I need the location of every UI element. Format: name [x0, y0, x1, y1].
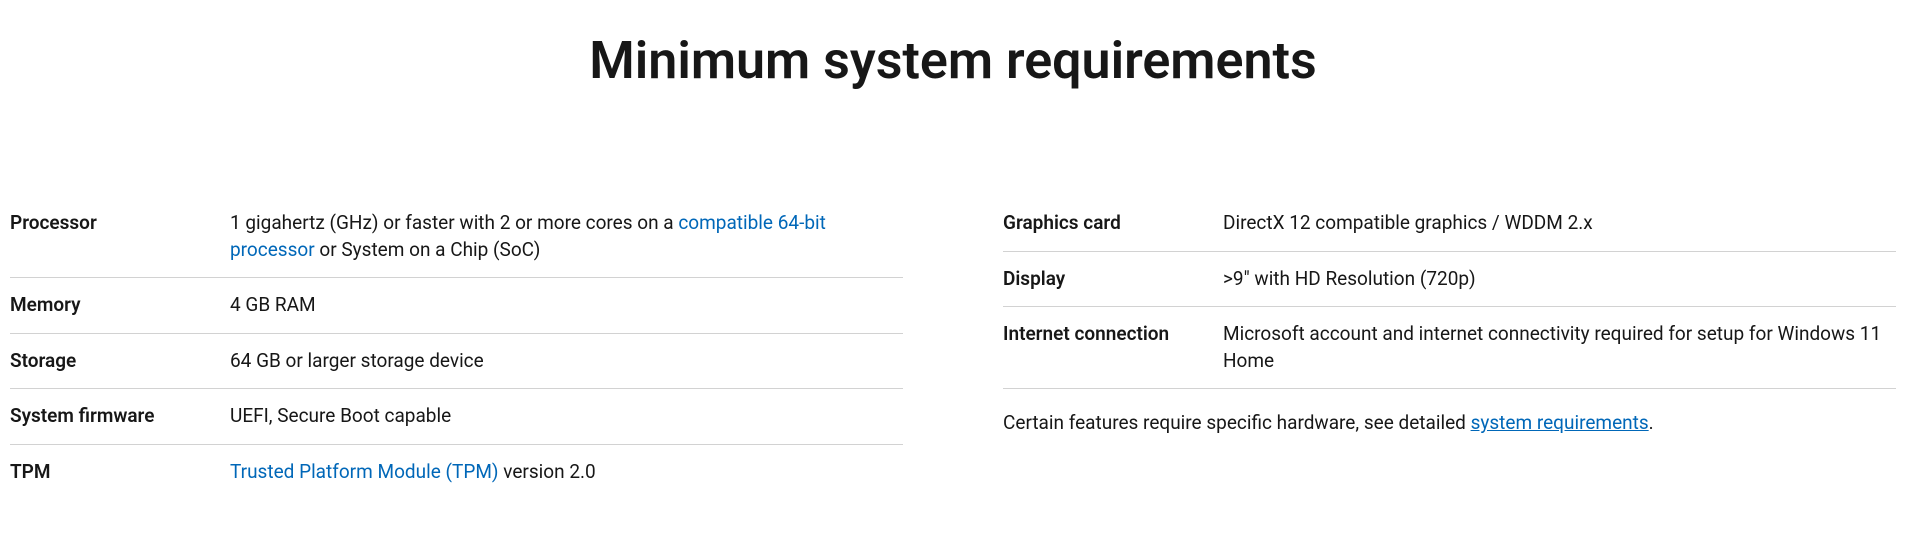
row-internet: Internet connection Microsoft account an… — [1003, 307, 1896, 389]
footnote-prefix: Certain features require specific hardwa… — [1003, 411, 1471, 434]
label-graphics: Graphics card — [1003, 210, 1223, 237]
requirements-col-left: Processor 1 gigahertz (GHz) or faster wi… — [10, 196, 903, 500]
requirements-columns: Processor 1 gigahertz (GHz) or faster wi… — [10, 196, 1896, 500]
footnote: Certain features require specific hardwa… — [1003, 411, 1896, 434]
requirements-col-right: Graphics card DirectX 12 compatible grap… — [1003, 196, 1896, 500]
row-storage: Storage 64 GB or larger storage device — [10, 334, 903, 390]
page-title: Minimum system requirements — [10, 30, 1896, 91]
label-processor: Processor — [10, 210, 230, 263]
row-firmware: System firmware UEFI, Secure Boot capabl… — [10, 389, 903, 445]
link-system-requirements[interactable]: system requirements — [1471, 411, 1649, 434]
row-graphics: Graphics card DirectX 12 compatible grap… — [1003, 196, 1896, 252]
value-graphics: DirectX 12 compatible graphics / WDDM 2.… — [1223, 210, 1896, 237]
label-tpm: TPM — [10, 459, 230, 486]
value-storage: 64 GB or larger storage device — [230, 348, 903, 375]
row-processor: Processor 1 gigahertz (GHz) or faster wi… — [10, 196, 903, 278]
value-memory: 4 GB RAM — [230, 292, 903, 319]
value-display: >9" with HD Resolution (720p) — [1223, 266, 1896, 293]
link-tpm[interactable]: Trusted Platform Module (TPM) — [230, 460, 499, 483]
row-tpm: TPM Trusted Platform Module (TPM) versio… — [10, 445, 903, 500]
value-firmware: UEFI, Secure Boot capable — [230, 403, 903, 430]
tpm-suffix: version 2.0 — [499, 460, 596, 483]
label-memory: Memory — [10, 292, 230, 319]
processor-prefix: 1 gigahertz (GHz) or faster with 2 or mo… — [230, 211, 678, 234]
value-processor: 1 gigahertz (GHz) or faster with 2 or mo… — [230, 210, 903, 263]
row-display: Display >9" with HD Resolution (720p) — [1003, 252, 1896, 308]
label-storage: Storage — [10, 348, 230, 375]
value-tpm: Trusted Platform Module (TPM) version 2.… — [230, 459, 903, 486]
row-memory: Memory 4 GB RAM — [10, 278, 903, 334]
footnote-suffix: . — [1649, 411, 1654, 434]
label-display: Display — [1003, 266, 1223, 293]
label-firmware: System firmware — [10, 403, 230, 430]
label-internet: Internet connection — [1003, 321, 1223, 374]
value-internet: Microsoft account and internet connectiv… — [1223, 321, 1896, 374]
processor-suffix: or System on a Chip (SoC) — [315, 238, 541, 261]
